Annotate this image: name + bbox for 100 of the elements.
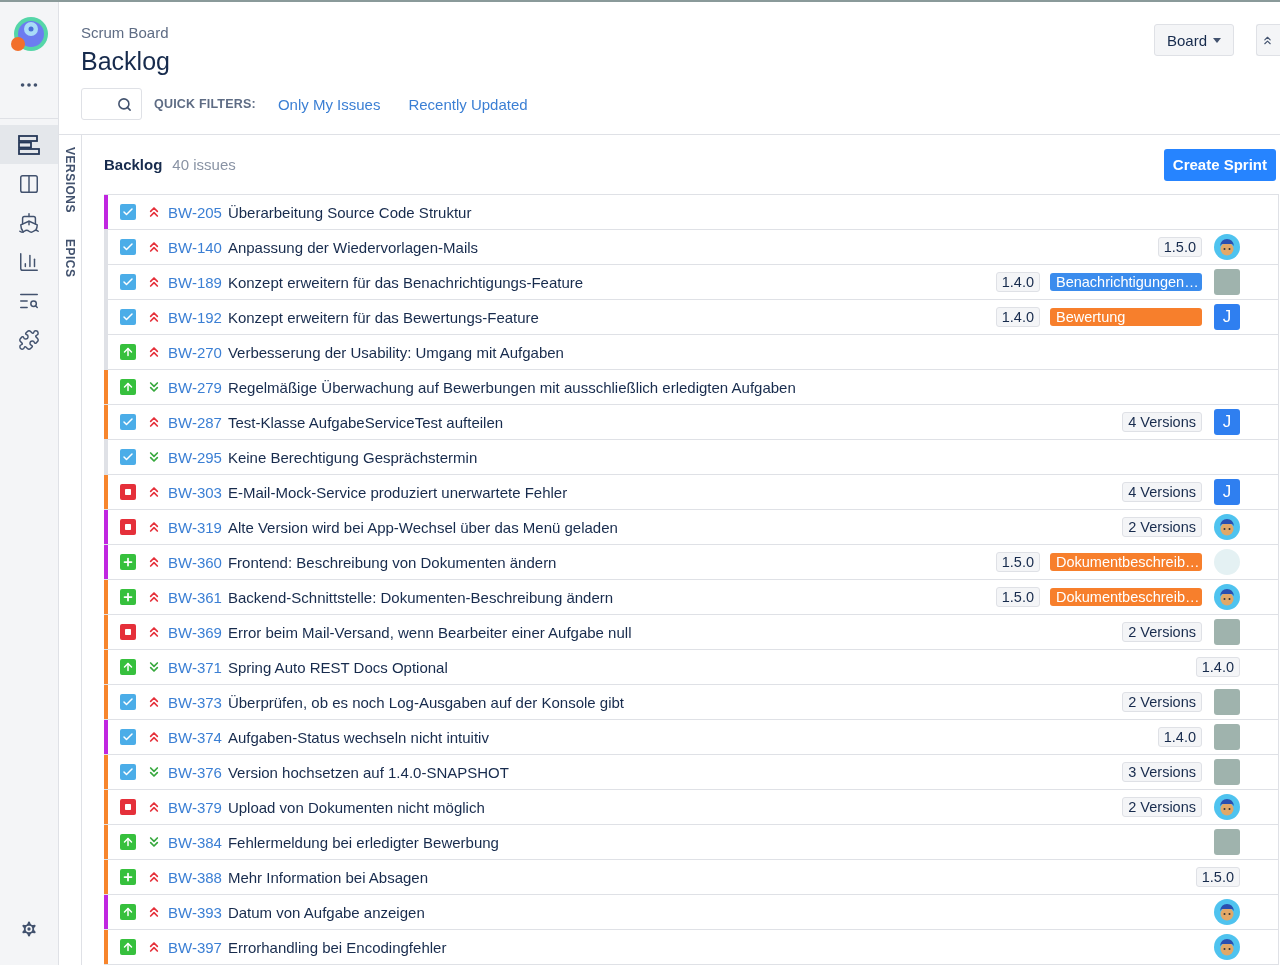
version-badge: 1.5.0	[995, 552, 1040, 572]
backlog-icon	[18, 134, 40, 155]
version-badge: 1.5.0	[1195, 867, 1240, 887]
cartoon-avatar	[1214, 794, 1240, 820]
issue-summary: Konzept erweitern für das Benachrichtigungs-Feature	[227, 273, 585, 291]
breadcrumb[interactable]: Scrum Board	[81, 24, 556, 41]
issue-row[interactable]: BW-361 Backend-Schnittstelle: Dokumenten-Beschreibung ändern 1.5.0 Dokumentbeschreib…	[104, 580, 1278, 615]
bar-chart-icon	[18, 250, 40, 273]
issue-summary: Konzept erweitern für das Bewertungs-Feature	[227, 308, 540, 326]
issue-key[interactable]: BW-360	[168, 553, 222, 571]
avatar-letter: J	[1214, 304, 1240, 330]
issue-row[interactable]: BW-379 Upload von Dokumenten nicht möglich 2 Versions	[104, 790, 1278, 825]
issue-key[interactable]: BW-369	[168, 623, 222, 641]
task-icon	[120, 729, 136, 745]
issue-row[interactable]: BW-303 E-Mail-Mock-Service produziert unerwartete Fehler 4 Versions J	[104, 475, 1278, 510]
issue-row[interactable]: BW-270 Verbesserung der Usability: Umgang mit Aufgaben	[104, 335, 1278, 370]
issue-summary: Upload von Dokumenten nicht möglich	[227, 798, 486, 816]
issue-key[interactable]: BW-295	[168, 448, 222, 466]
new-feature-icon	[120, 554, 136, 570]
version-badge: 2 Versions	[1122, 622, 1202, 642]
cartoon-avatar	[1214, 234, 1240, 260]
bug-icon	[120, 519, 136, 535]
task-icon	[120, 764, 136, 780]
issue-summary: Error beim Mail-Versand, wenn Bearbeiter einer Aufgabe null	[227, 623, 633, 641]
issue-row[interactable]: BW-189 Konzept erweitern für das Benachrichtigungs-Feature 1.4.0 Benachrichtigungen…	[104, 265, 1278, 300]
issue-row[interactable]: BW-373 Überprüfen, ob es noch Log-Ausgaben auf der Konsole gibt 2 Versions	[104, 685, 1278, 720]
issue-row[interactable]: BW-384 Fehlermeldung bei erledigter Bewerbung	[104, 825, 1278, 860]
issue-key[interactable]: BW-371	[168, 658, 222, 676]
board-dropdown[interactable]: Board	[1153, 24, 1234, 56]
improvement-icon	[120, 939, 136, 955]
version-badge: 1.5.0	[995, 587, 1040, 607]
quick-filters-label: QUICK FILTERS:	[154, 97, 256, 111]
issue-key[interactable]: BW-189	[168, 273, 222, 291]
issue-summary: E-Mail-Mock-Service produziert unerwartete Fehler	[227, 483, 569, 501]
issue-row[interactable]: BW-393 Datum von Aufgabe anzeigen	[104, 895, 1278, 930]
issue-summary: Version hochsetzen auf 1.4.0-SNAPSHOT	[227, 763, 510, 781]
issue-key[interactable]: BW-270	[168, 343, 222, 361]
issue-summary: Regelmäßige Überwachung auf Bewerbungen mit ausschließlich erledigten Aufgaben	[227, 378, 797, 396]
side-tab[interactable]: VERSIONS	[63, 147, 77, 213]
version-badge: 2 Versions	[1122, 692, 1202, 712]
improvement-icon	[120, 344, 136, 360]
issue-row[interactable]: BW-192 Konzept erweitern für das Bewertungs-Feature 1.4.0 Bewertung J	[104, 300, 1278, 335]
issue-summary: Aufgaben-Status wechseln nicht intuitiv	[227, 728, 490, 746]
issue-key[interactable]: BW-287	[168, 413, 222, 431]
create-sprint-button[interactable]: Create Sprint	[1163, 148, 1276, 181]
issue-row[interactable]: BW-360 Frontend: Beschreibung von Dokumenten ändern 1.5.0 Dokumentbeschreib…	[104, 545, 1278, 580]
issue-summary: Alte Version wird bei App-Wechsel über das Menü geladen	[227, 518, 619, 536]
issue-key[interactable]: BW-397	[168, 938, 222, 956]
issue-row[interactable]: BW-369 Error beim Mail-Versand, wenn Bearbeiter einer Aufgabe null 2 Versions	[104, 615, 1278, 650]
side-tab[interactable]: EPICS	[63, 239, 77, 278]
caret-icon	[1213, 37, 1221, 43]
issue-row[interactable]: BW-388 Mehr Information bei Absagen 1.5.0	[104, 860, 1278, 895]
issue-key[interactable]: BW-279	[168, 378, 222, 396]
epic-label: Dokumentbeschreib…	[1050, 588, 1202, 606]
issue-row[interactable]: BW-295 Keine Berechtigung Gesprächstermin	[104, 440, 1278, 475]
version-badge: 2 Versions	[1122, 797, 1202, 817]
issue-row[interactable]: BW-376 Version hochsetzen auf 1.4.0-SNAPSHOT 3 Versions	[104, 755, 1278, 790]
issue-row[interactable]: BW-140 Anpassung der Wiedervorlagen-Mails 1.5.0	[104, 230, 1278, 265]
issue-summary: Überarbeitung Source Code Struktur	[227, 203, 473, 221]
search-field[interactable]	[81, 88, 142, 120]
issue-row[interactable]: BW-319 Alte Version wird bei App-Wechsel über das Menü geladen 2 Versions	[104, 510, 1278, 545]
issue-summary: Mehr Information bei Absagen	[227, 868, 430, 886]
photo-placeholder	[1214, 759, 1240, 785]
puzzle-icon	[18, 328, 40, 351]
issue-key[interactable]: BW-384	[168, 833, 222, 851]
avatar-letter: J	[1214, 409, 1240, 435]
issue-key[interactable]: BW-379	[168, 798, 222, 816]
issue-row[interactable]: BW-279 Regelmäßige Überwachung auf Bewerbungen mit ausschließlich erledigten Aufgaben	[104, 370, 1278, 405]
default-avatar	[1214, 549, 1240, 575]
issue-key[interactable]: BW-376	[168, 763, 222, 781]
version-badge: 3 Versions	[1122, 762, 1202, 782]
issue-key[interactable]: BW-373	[168, 693, 222, 711]
settings-icon[interactable]	[19, 919, 39, 939]
nav-item[interactable]	[0, 125, 58, 164]
collapse-button[interactable]	[1256, 24, 1280, 56]
quick-filter-link[interactable]: Only My Issues	[277, 95, 381, 113]
issue-key[interactable]: BW-361	[168, 588, 222, 606]
issue-key[interactable]: BW-319	[168, 518, 222, 536]
issue-key[interactable]: BW-374	[168, 728, 222, 746]
issue-row[interactable]: BW-205 Überarbeitung Source Code Struktur	[104, 195, 1278, 230]
issue-row[interactable]: BW-397 Errorhandling bei Encodingfehler	[104, 930, 1278, 965]
bug-icon	[120, 484, 136, 500]
improvement-icon	[120, 834, 136, 850]
issue-summary: Fehlermeldung bei erledigter Bewerbung	[227, 833, 500, 851]
quick-filter-link[interactable]: Recently Updated	[408, 95, 528, 113]
issue-key[interactable]: BW-192	[168, 308, 222, 326]
issue-row[interactable]: BW-374 Aufgaben-Status wechseln nicht intuitiv 1.4.0	[104, 720, 1278, 755]
task-icon	[120, 274, 136, 290]
issue-key[interactable]: BW-393	[168, 903, 222, 921]
task-icon	[120, 694, 136, 710]
avatar-letter: J	[1214, 479, 1240, 505]
version-badge: 1.4.0	[1157, 727, 1202, 747]
issue-row[interactable]: BW-371 Spring Auto REST Docs Optional 1.4.0	[104, 650, 1278, 685]
task-icon	[120, 309, 136, 325]
board-columns-icon	[18, 172, 40, 195]
issue-key[interactable]: BW-205	[168, 203, 222, 221]
issue-row[interactable]: BW-287 Test-Klasse AufgabeServiceTest aufteilen 4 Versions J	[104, 405, 1278, 440]
issue-key[interactable]: BW-303	[168, 483, 222, 501]
issue-key[interactable]: BW-388	[168, 868, 222, 886]
issue-key[interactable]: BW-140	[168, 238, 222, 256]
